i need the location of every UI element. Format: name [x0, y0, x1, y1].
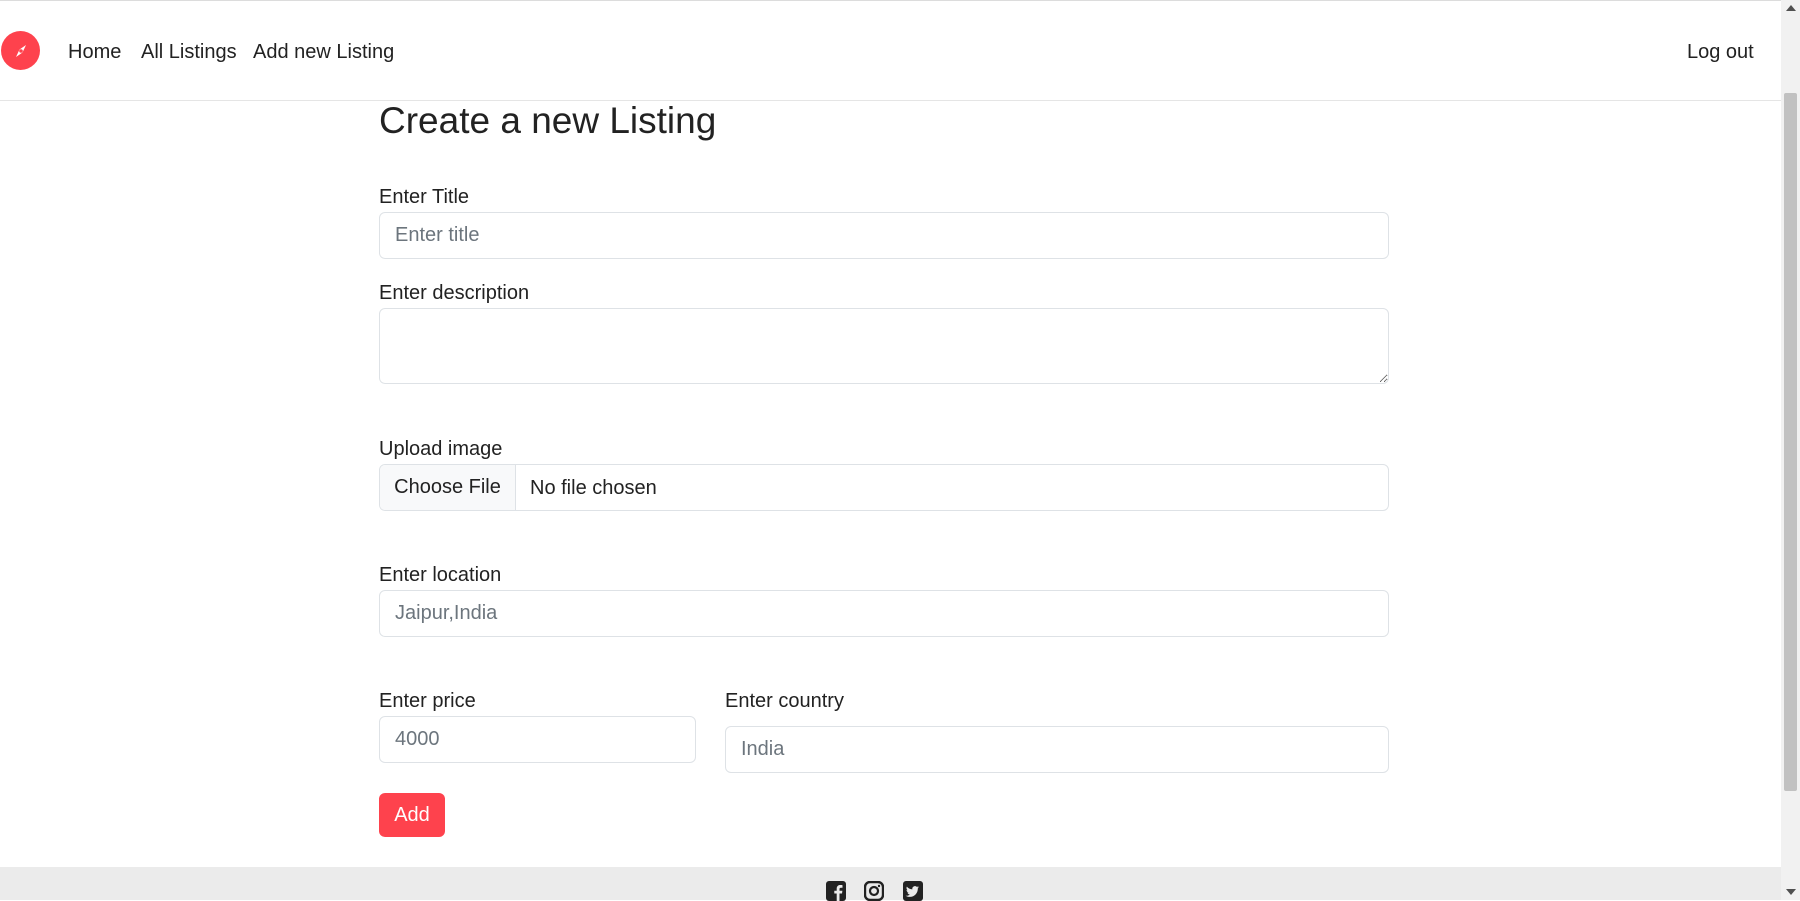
country-label: Enter country [725, 690, 844, 712]
title-input[interactable] [379, 212, 1389, 259]
choose-file-button[interactable]: Choose File [380, 465, 516, 510]
nav-link-all-listings[interactable]: All Listings [141, 41, 237, 64]
nav-link-home[interactable]: Home [68, 41, 121, 64]
scroll-up-arrow-icon[interactable] [1786, 5, 1796, 11]
instagram-icon[interactable] [864, 881, 884, 901]
description-label: Enter description [379, 282, 530, 304]
facebook-icon[interactable] [826, 881, 846, 901]
price-label: Enter price [379, 690, 476, 712]
brand-logo[interactable] [1, 31, 40, 70]
add-button[interactable]: Add [379, 793, 445, 837]
scroll-down-arrow-icon[interactable] [1786, 889, 1796, 895]
location-input[interactable] [379, 590, 1389, 637]
country-input[interactable] [725, 726, 1389, 773]
price-input[interactable] [379, 716, 696, 763]
title-label: Enter Title [379, 186, 470, 208]
scrollbar-thumb[interactable] [1784, 93, 1797, 791]
image-file-input[interactable]: Choose File No file chosen [379, 464, 1389, 511]
nav-link-add-new-listing[interactable]: Add new Listing [253, 41, 394, 64]
nav-link-log-out[interactable]: Log out [1687, 41, 1754, 64]
compass-icon [15, 44, 26, 57]
description-textarea[interactable] [379, 308, 1389, 384]
location-label: Enter location [379, 564, 502, 586]
file-status-text: No file chosen [530, 477, 657, 499]
upload-image-label: Upload image [379, 438, 503, 460]
page-title: Create a new Listing [379, 100, 717, 141]
page-scrollbar[interactable] [1781, 0, 1800, 900]
navbar: Home All Listings Add new Listing Log ou… [0, 0, 1781, 101]
footer [0, 867, 1781, 901]
twitter-icon[interactable] [903, 881, 923, 901]
